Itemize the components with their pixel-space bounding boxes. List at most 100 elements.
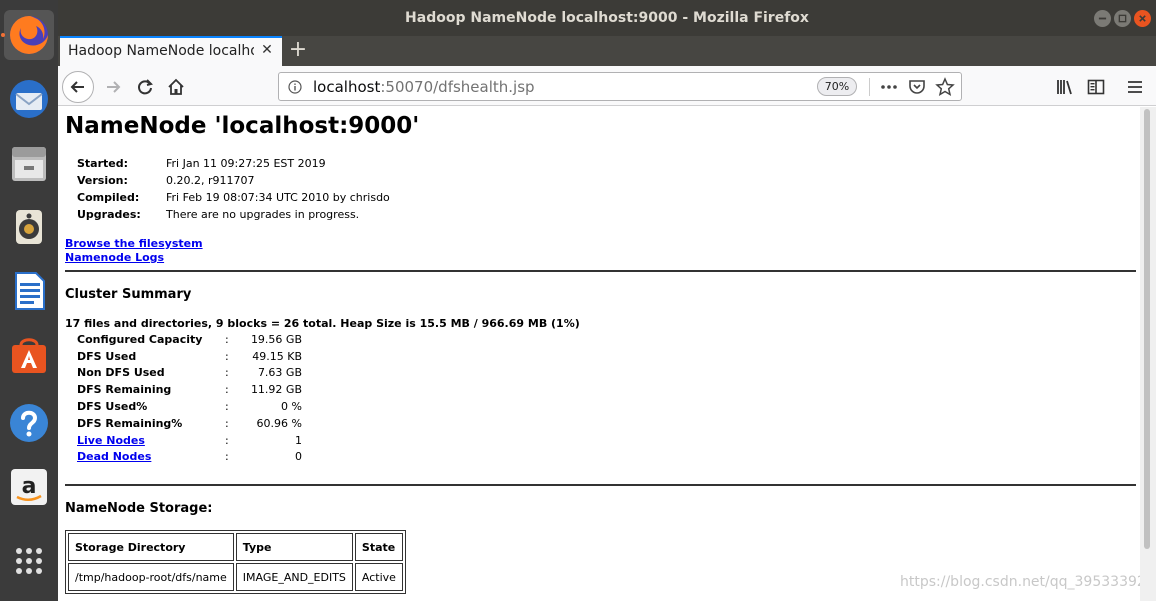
watermark-text: https://blog.csdn.net/qq_39533392: [900, 574, 1140, 590]
close-icon: [1139, 15, 1146, 22]
summary-colon: :: [225, 417, 229, 430]
browse-filesystem-link[interactable]: Browse the filesystem: [65, 237, 203, 250]
summary-label-non-dfs-used: Non DFS Used: [77, 366, 165, 379]
dock-firefox[interactable]: [4, 10, 54, 60]
window-title: Hadoop NameNode localhost:9000 - Mozilla…: [405, 10, 809, 26]
summary-label-dfs-used: DFS Used: [77, 350, 137, 363]
summary-label-dfs-remaining: DFS Remaining: [77, 383, 172, 396]
running-indicator: [1, 33, 5, 37]
summary-colon: :: [225, 383, 229, 396]
home-icon: [168, 78, 184, 95]
summary-label-dfs-remaining-percent: DFS Remaining%: [77, 417, 183, 430]
apps-grid-icon: [16, 548, 42, 574]
dock-rhythmbox[interactable]: [4, 202, 54, 252]
summary-colon: :: [225, 450, 229, 463]
software-icon: [12, 338, 46, 373]
url-path: :50070/dfshealth.jsp: [380, 78, 535, 96]
new-tab-button[interactable]: +: [286, 39, 310, 63]
storage-table: Storage Directory Type State /tmp/hadoop…: [65, 530, 406, 594]
tab-close-icon[interactable]: ✕: [260, 43, 274, 57]
summary-colon: :: [225, 366, 229, 379]
sidebar-button[interactable]: [1081, 72, 1111, 102]
info-started-value: Fri Jan 11 09:27:25 EST 2019: [166, 157, 326, 170]
site-info-icon[interactable]: [288, 80, 302, 94]
reload-button[interactable]: [130, 72, 160, 102]
table-cell: /tmp/hadoop-root/dfs/name: [68, 563, 234, 591]
minimize-icon: [1098, 17, 1107, 20]
rhythmbox-icon: [16, 210, 42, 244]
table-header: Storage Directory: [68, 533, 234, 561]
section-divider: [65, 484, 1136, 486]
amazon-icon: a: [11, 469, 47, 505]
url-separator: [869, 78, 870, 96]
maximize-button[interactable]: [1114, 10, 1131, 27]
page-actions-icon[interactable]: [879, 77, 899, 97]
dock-thunderbird[interactable]: [4, 74, 54, 124]
info-upgrades-label: Upgrades:: [77, 208, 141, 221]
url-bar[interactable]: localhost:50070/dfshealth.jsp 70%: [278, 72, 962, 101]
summary-label-configured-capacity: Configured Capacity: [77, 333, 203, 346]
cluster-summary-heading: Cluster Summary: [65, 287, 192, 302]
pocket-icon[interactable]: [907, 77, 927, 97]
summary-value-dfs-remaining-percent: 60.96 %: [256, 417, 302, 430]
info-compiled-value: Fri Feb 19 08:07:34 UTC 2010 by chrisdo: [166, 191, 390, 204]
cluster-totals: 17 files and directories, 9 blocks = 26 …: [65, 317, 580, 330]
sidebar-icon: [1087, 79, 1105, 95]
reload-icon: [138, 79, 153, 95]
info-compiled-label: Compiled:: [77, 191, 140, 204]
close-window-button[interactable]: [1134, 10, 1151, 27]
thunderbird-icon: [10, 80, 48, 118]
bookmark-star-icon[interactable]: [935, 77, 955, 97]
scrollbar-thumb[interactable]: [1144, 109, 1150, 549]
live-nodes-link[interactable]: Live Nodes: [77, 434, 145, 447]
library-button[interactable]: [1050, 72, 1080, 102]
dock-amazon[interactable]: a: [4, 462, 54, 512]
url-host: localhost: [313, 78, 381, 96]
info-version-label: Version:: [77, 174, 128, 187]
ubuntu-dock: a: [0, 0, 58, 601]
namenode-storage-heading: NameNode Storage:: [65, 501, 213, 516]
tab-strip: Hadoop NameNode localhost:9000 ✕ +: [58, 36, 1156, 66]
window-titlebar: Hadoop NameNode localhost:9000 - Mozilla…: [58, 0, 1156, 36]
summary-value-dfs-remaining: 11.92 GB: [250, 383, 302, 396]
forward-arrow-icon: [107, 81, 121, 93]
info-version-value: 0.20.2, r911707: [166, 174, 255, 187]
page-title: NameNode 'localhost:9000': [65, 113, 420, 139]
minimize-button[interactable]: [1094, 10, 1111, 27]
hamburger-menu-icon: [1128, 81, 1142, 93]
dead-nodes-link[interactable]: Dead Nodes: [77, 450, 151, 463]
summary-colon: :: [225, 434, 229, 447]
library-icon: [1057, 80, 1072, 95]
info-started-label: Started:: [77, 157, 129, 170]
summary-colon: :: [225, 400, 229, 413]
help-icon: [10, 404, 48, 442]
info-upgrades-value: There are no upgrades in progress.: [166, 208, 360, 221]
files-icon: [12, 147, 46, 181]
dock-files[interactable]: [4, 138, 54, 188]
dock-show-apps[interactable]: [4, 536, 54, 586]
section-divider: [65, 270, 1136, 272]
dock-software[interactable]: [4, 330, 54, 380]
home-button[interactable]: [161, 72, 191, 102]
firefox-icon: [10, 16, 48, 54]
dock-writer[interactable]: [4, 266, 54, 316]
summary-label-dfs-used-percent: DFS Used%: [77, 400, 148, 413]
tab-hadoop-namenode[interactable]: Hadoop NameNode localhost:9000 ✕: [60, 36, 282, 66]
navigation-toolbar: localhost:50070/dfshealth.jsp 70%: [58, 66, 1156, 106]
writer-icon: [15, 272, 45, 310]
namenode-logs-link[interactable]: Namenode Logs: [65, 251, 164, 264]
table-header: State: [354, 533, 403, 561]
forward-button[interactable]: [98, 72, 128, 102]
url-text[interactable]: localhost:50070/dfshealth.jsp: [313, 78, 535, 96]
summary-value-dfs-used: 49.15 KB: [252, 350, 302, 363]
vertical-scrollbar[interactable]: [1140, 107, 1156, 601]
back-arrow-icon: [70, 81, 84, 93]
summary-value-non-dfs-used: 7.63 GB: [257, 366, 302, 379]
maximize-icon: [1118, 14, 1127, 23]
summary-colon: :: [225, 333, 229, 346]
dock-help[interactable]: [4, 398, 54, 448]
firefox-window: Hadoop NameNode localhost:9000 - Mozilla…: [58, 0, 1156, 601]
zoom-level-badge[interactable]: 70%: [817, 77, 857, 96]
menu-button[interactable]: [1120, 72, 1150, 102]
back-button[interactable]: [62, 71, 94, 103]
